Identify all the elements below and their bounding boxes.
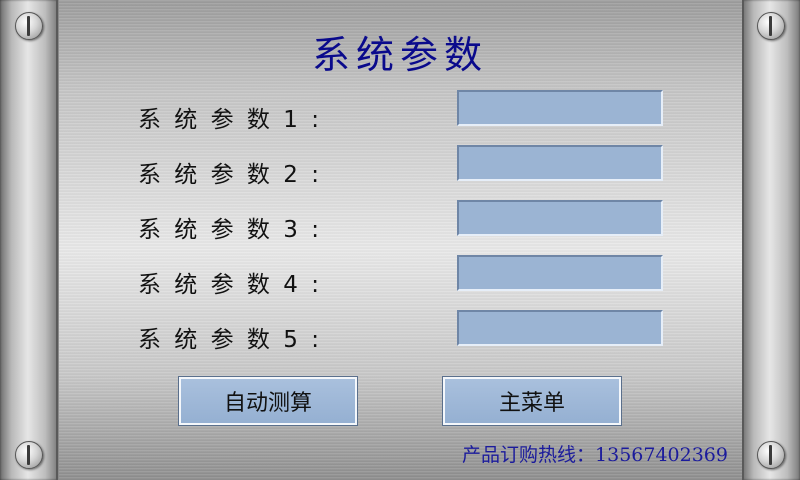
left-metal-rail bbox=[0, 0, 58, 480]
screw-icon bbox=[15, 12, 43, 40]
auto-calc-button[interactable]: 自动测算 bbox=[178, 376, 358, 426]
right-metal-rail bbox=[742, 0, 800, 480]
param-4-field[interactable] bbox=[457, 255, 663, 291]
param-1-field[interactable] bbox=[457, 90, 663, 126]
order-hotline-text: 产品订购热线：13567402369 bbox=[462, 444, 728, 466]
param-1-label: 系 统 参 数 1 : bbox=[138, 107, 322, 133]
hmi-panel: 系统参数 系 统 参 数 1 : 系 统 参 数 2 : 系 统 参 数 3 :… bbox=[0, 0, 800, 480]
param-5-field[interactable] bbox=[457, 310, 663, 346]
screw-icon bbox=[757, 441, 785, 469]
page-title: 系统参数 bbox=[311, 33, 488, 77]
param-2-field[interactable] bbox=[457, 145, 663, 181]
param-4-label: 系 统 参 数 4 : bbox=[138, 272, 322, 298]
param-2-label: 系 统 参 数 2 : bbox=[138, 162, 322, 188]
param-3-field[interactable] bbox=[457, 200, 663, 236]
screw-icon bbox=[15, 441, 43, 469]
param-5-label: 系 统 参 数 5 : bbox=[138, 327, 322, 353]
screw-icon bbox=[757, 12, 785, 40]
param-3-label: 系 统 参 数 3 : bbox=[138, 217, 322, 243]
main-menu-button[interactable]: 主菜单 bbox=[442, 376, 622, 426]
